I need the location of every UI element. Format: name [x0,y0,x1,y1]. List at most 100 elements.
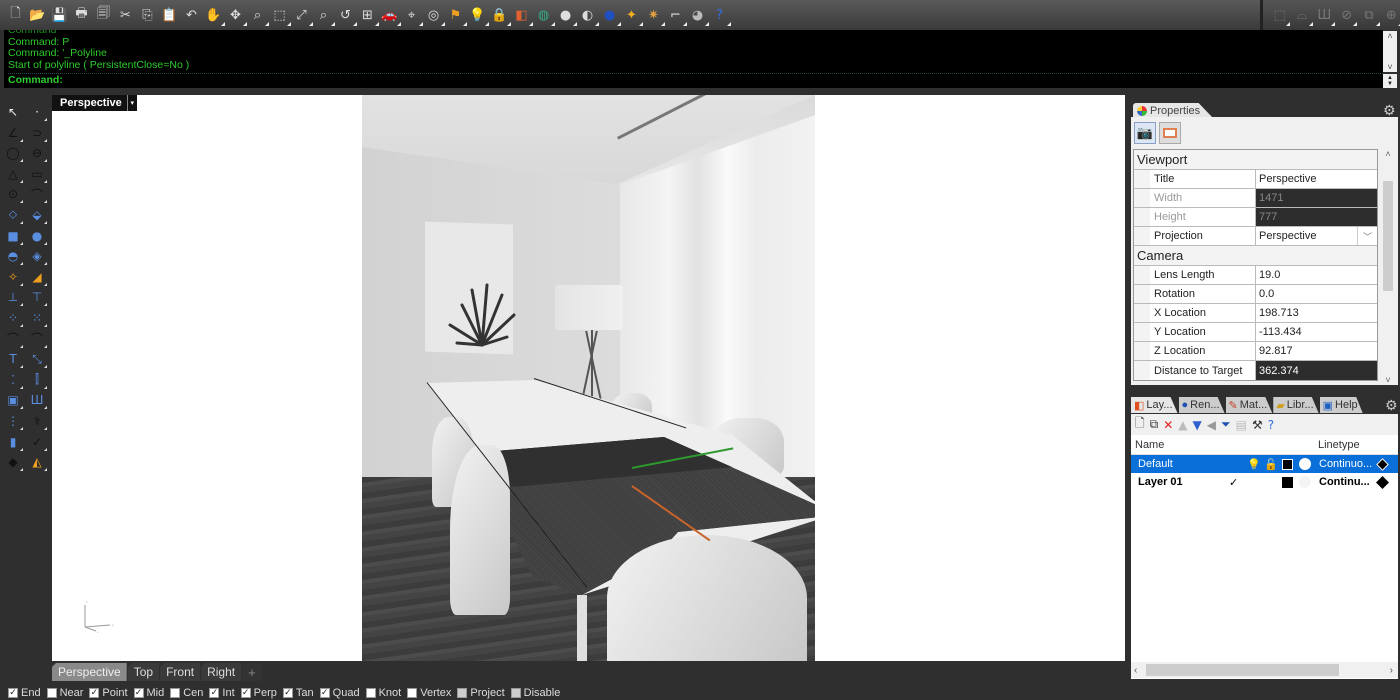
scroll-up-icon[interactable]: ˄ [1385,149,1390,159]
osnap-tan[interactable]: ✓ Tan [282,687,314,699]
grid-points-icon[interactable]: ⋮ [3,412,23,430]
check-icon[interactable]: ✓ [27,433,47,451]
osnap-int[interactable]: ✓ Int [209,687,235,699]
add-viewport-tab-icon[interactable]: + [242,663,262,681]
text-icon[interactable]: T [3,350,23,369]
surface-corner-icon[interactable]: ⬦ [3,206,23,224]
layer-name[interactable]: Default [1138,458,1173,470]
scroll-right-icon[interactable]: › [1390,665,1393,676]
scroll-up-icon[interactable]: ˄ [1387,31,1392,41]
select-arrow-icon[interactable]: ↖ [3,103,23,121]
move-parent-icon[interactable]: ◀ [1207,418,1216,432]
layers-solid-icon[interactable]: ▮ [3,433,23,451]
move-down-icon[interactable]: ▼ [1193,418,1202,432]
checkbox[interactable]: ✓ [319,688,330,698]
array-icon[interactable]: ⁚ [3,371,23,389]
no-entry-icon[interactable]: ⊘ [1338,6,1358,26]
filter-icon[interactable]: ⏷ [1221,417,1231,432]
title-field[interactable]: Perspective [1256,170,1377,188]
help-icon[interactable]: ? [1268,418,1274,432]
print-color-swatch[interactable] [1376,475,1389,489]
viewport-layout-icon[interactable]: ⊞ [358,6,379,26]
lock-icon[interactable]: 🔒 [490,6,511,26]
copy-icon[interactable]: ⎘ [138,6,157,25]
tab-properties[interactable]: Properties [1133,103,1213,118]
scroll-down-icon[interactable]: ˅ [1387,62,1392,72]
layer-linetype[interactable]: Continu... [1319,476,1370,488]
osnap-point[interactable]: ✓ Point [89,687,128,699]
checkbox[interactable]: ✓ [89,688,100,698]
checkbox[interactable]: ✓ [282,688,293,698]
projection-select[interactable]: Perspective ﹀ [1256,227,1377,245]
boolean-icon[interactable]: ◢ [27,268,47,286]
layers-horizontal-scrollbar[interactable]: ‹ › [1131,662,1398,678]
zoom-icon[interactable]: ⌕ [248,6,269,26]
checkbox[interactable] [365,688,376,698]
checkbox[interactable] [457,688,468,698]
command-scrollbar[interactable]: ˄ ˅ [1383,31,1397,72]
blend-icon[interactable]: ⌒ [27,330,47,348]
layer-row-layer-01[interactable]: Layer 01 ✓ Continu... [1131,473,1398,491]
dimension-icon[interactable]: ⊥ [3,288,23,307]
tab-top[interactable]: Top [127,663,160,681]
material-icon[interactable] [1299,476,1311,488]
scroll-left-icon[interactable]: ‹ [1134,665,1137,676]
camera-icon[interactable]: 📷 [1134,121,1156,144]
polygon-icon[interactable]: △ [3,165,23,183]
viewport-title[interactable]: Perspective ▾ [52,95,137,111]
zoom-extents-icon[interactable]: ⤢ [292,6,313,26]
x-location-field[interactable]: 198.713 [1256,304,1377,322]
tab-right[interactable]: Right [201,663,242,681]
curve-icon[interactable]: ⊃ [27,124,47,142]
polyline-icon[interactable]: ∠ [3,124,23,142]
zoom-window-icon[interactable]: ⬚ [270,6,291,26]
arc-icon[interactable]: ⌒ [27,185,47,204]
osnap-near[interactable]: Near [46,687,83,699]
circle-icon[interactable]: ◯ [3,144,23,163]
column-name[interactable]: Name [1135,439,1164,451]
sphere-union-icon[interactable]: ● [27,227,47,245]
copy-block-icon[interactable]: ⧉ [1360,6,1381,26]
box-solid-icon[interactable]: ■ [3,227,23,245]
scrollbar-thumb[interactable] [1146,664,1339,676]
mesh-icon[interactable]: ◈ [27,247,47,266]
column-linetype[interactable]: Linetype [1318,439,1360,451]
perspective-viewport[interactable]: Perspective ▾ z y x [52,95,1125,661]
color-wheel-icon[interactable]: ◍ [534,6,555,26]
osnap-vertex[interactable]: Vertex [407,687,451,699]
spin-down-icon[interactable]: ▼ [1387,81,1393,87]
light-bulb-icon[interactable]: 💡 [1247,458,1261,471]
pan-hand-icon[interactable]: ✋ [204,6,225,26]
properties-scrollbar[interactable]: ˄ ˅ [1381,149,1395,385]
points-icon[interactable]: ⁘ [3,309,23,327]
new-layer-icon[interactable]: 🗋 [1135,414,1145,435]
fillet-curve-icon[interactable]: ⌒ [3,330,23,348]
block-icon[interactable]: ▣ [3,391,23,410]
layer-color-swatch[interactable] [1282,476,1293,488]
group-icon[interactable]: ⌐ [666,6,687,26]
scrollbar-thumb[interactable] [1383,181,1393,291]
undo-view-icon[interactable]: ↺ [336,6,357,26]
render-flash-icon[interactable]: ✦ [622,6,643,26]
align-icon[interactable]: ⫿ [27,371,47,389]
tab-help[interactable]: ▣ Help [1319,397,1363,413]
checkbox[interactable]: ✓ [133,688,144,698]
car-icon[interactable]: 🚗 [380,6,401,26]
clipboard-icon[interactable]: ▤ [1236,418,1247,432]
tab-layers[interactable]: ◧ Lay... [1131,397,1178,413]
rectangle-icon[interactable]: ▭ [27,165,47,183]
analyze-icon[interactable]: ⚕ [27,412,47,430]
copy-page-icon[interactable]: 🗐 [94,6,113,25]
shelf-icon[interactable]: ⌓ [1293,6,1314,26]
layer-linetype[interactable]: Continuo... [1319,458,1372,470]
command-spinner[interactable]: ▲ ▼ [1383,74,1397,88]
viewport-frame-icon[interactable] [1159,121,1181,144]
new-sublayer-icon[interactable]: ⧉ [1150,417,1159,432]
layer-row-default[interactable]: Default 💡 🔓 Continuo... [1131,455,1398,473]
unlock-icon[interactable]: 🔓 [1264,458,1278,471]
ellipse-icon[interactable]: ⊖ [27,144,47,163]
checkbox[interactable] [170,688,181,698]
print-color-swatch[interactable] [1376,457,1389,471]
osnap-disable[interactable]: Disable [510,687,560,699]
light-bulb-icon[interactable]: 💡 [468,6,489,26]
